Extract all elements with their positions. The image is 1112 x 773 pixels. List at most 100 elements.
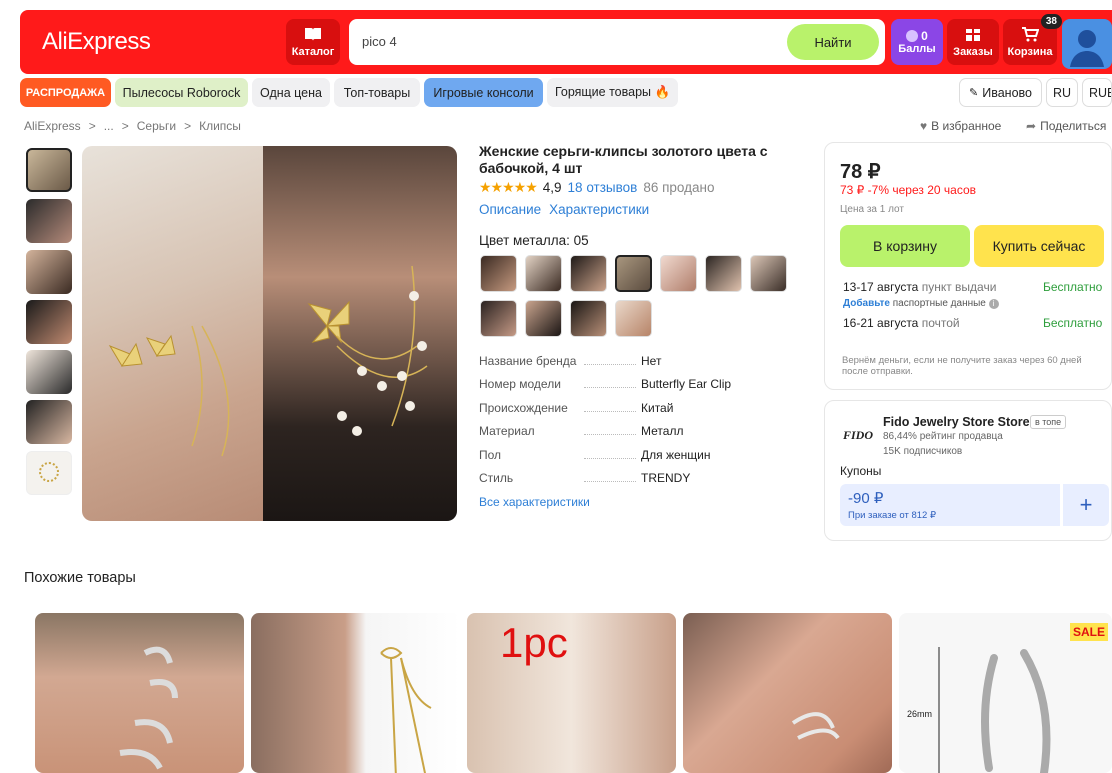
favorite-button[interactable]: ♥ В избранное: [920, 119, 1001, 133]
store-logo[interactable]: FIDO: [843, 428, 873, 443]
color-swatch[interactable]: [525, 255, 562, 292]
main-product-image[interactable]: [82, 146, 457, 521]
thumbnail-4[interactable]: [26, 300, 72, 344]
crumb-earrings[interactable]: Серьги: [137, 119, 176, 133]
spec-row: Происхождение Китай: [479, 401, 809, 424]
specs-table: Название бренда Нет Номер модели Butterfly…: [479, 354, 809, 494]
book-icon: [305, 28, 321, 41]
add-coupon-button[interactable]: +: [1063, 484, 1109, 526]
pin-icon: ✎: [969, 87, 979, 99]
chevron-right-icon: >: [184, 119, 192, 133]
orders-button[interactable]: Заказы: [947, 19, 999, 65]
crumb-ellipsis[interactable]: ...: [104, 119, 114, 133]
color-swatch[interactable]: [750, 255, 787, 292]
aliexpress-logo[interactable]: AliExpress: [42, 28, 151, 56]
search-box[interactable]: pico 4 Найти: [349, 19, 885, 65]
specs-link[interactable]: Характеристики: [549, 202, 649, 217]
thumbnail-3[interactable]: [26, 250, 72, 294]
chevron-right-icon: >: [88, 119, 96, 133]
delivery-row-1: 13-17 августа пункт выдачи: [843, 280, 996, 294]
color-swatch-selected[interactable]: [615, 255, 652, 292]
cart-icon: [1022, 27, 1039, 42]
buy-box: 78 ₽ 73 ₽ -7% через 20 часов Цена за 1 л…: [824, 142, 1112, 390]
delivery-type: пункт выдачи: [921, 280, 997, 294]
spec-value: Китай: [641, 400, 674, 415]
earring-icon: [39, 462, 59, 482]
passport-text: паспортные данные: [892, 298, 986, 309]
store-box: FIDO Fido Jewelry Store Store в топе 86,…: [824, 400, 1112, 541]
product-card-3[interactable]: 1pc: [467, 613, 676, 773]
product-title: Женские серьги-клипсы золотого цвета с б…: [479, 143, 768, 176]
catalog-button[interactable]: Каталог: [286, 19, 340, 65]
add-to-cart-button[interactable]: В корзину: [840, 225, 970, 267]
thumbnail-1[interactable]: [26, 148, 72, 192]
crumb-clips[interactable]: Клипсы: [199, 119, 241, 133]
share-icon: ➦: [1026, 119, 1037, 133]
ear-cuffs-graphic: [119, 646, 178, 770]
spec-dots: [584, 364, 636, 365]
share-label: Поделиться: [1040, 119, 1107, 133]
crumb-home[interactable]: AliExpress: [24, 119, 81, 133]
coupons-label: Купоны: [840, 464, 882, 478]
color-swatch[interactable]: [705, 255, 742, 292]
language-button[interactable]: RU: [1046, 78, 1078, 107]
product-card-1[interactable]: [35, 613, 244, 773]
product-card-2[interactable]: [251, 613, 460, 773]
cart-button[interactable]: Корзина 38: [1003, 14, 1062, 65]
box-icon: [966, 27, 980, 41]
catalog-label: Каталог: [291, 46, 335, 58]
chip-hot[interactable]: Горящие товары 🔥: [547, 78, 678, 107]
favorite-label: В избранное: [931, 119, 1002, 133]
description-link[interactable]: Описание: [479, 202, 541, 217]
spec-dots: [584, 457, 636, 459]
chip-one-price[interactable]: Одна цена: [252, 78, 330, 107]
spec-value: Нет: [641, 354, 662, 368]
user-avatar[interactable]: [1062, 19, 1112, 69]
color-swatch[interactable]: [480, 255, 517, 292]
thumbnail-5[interactable]: [26, 350, 72, 394]
points-button[interactable]: 0 Баллы: [891, 19, 943, 65]
location-button[interactable]: ✎ Иваново: [959, 78, 1042, 107]
delivery-type: почтой: [921, 316, 960, 330]
search-input[interactable]: pico 4: [362, 34, 397, 49]
metal-color-label: Цвет металла: 05: [479, 233, 589, 248]
header-bar: AliExpress Каталог pico 4 Найти 0 Баллы …: [20, 10, 1112, 74]
chip-consoles[interactable]: Игровые консоли: [424, 78, 543, 107]
color-swatch[interactable]: [570, 300, 607, 337]
card-overlay-text: 1pc: [500, 619, 568, 666]
search-button[interactable]: Найти: [787, 24, 879, 60]
currency-button[interactable]: RUB: [1082, 78, 1112, 107]
product-card-5[interactable]: SALE 26mm: [899, 613, 1112, 773]
chip-roborock[interactable]: Пылесосы Roborock: [115, 78, 248, 107]
spec-value: Для женщин: [641, 447, 711, 462]
chip-sale[interactable]: РАСПРОДАЖА: [20, 78, 111, 107]
product-card-4[interactable]: [683, 613, 892, 773]
coupon-card[interactable]: -90 ₽ При заказе от 812 ₽: [840, 484, 1060, 526]
passport-row[interactable]: Добавьте паспортные данные i: [843, 298, 999, 309]
similar-title: Похожие товары: [24, 570, 136, 586]
color-swatch[interactable]: [615, 300, 652, 337]
color-swatch[interactable]: [660, 255, 697, 292]
location-label: Иваново: [982, 85, 1032, 100]
rating-value: 4,9: [542, 180, 562, 195]
color-swatch[interactable]: [525, 300, 562, 337]
spec-key: Номер модели: [479, 377, 561, 392]
color-swatch[interactable]: [480, 300, 517, 337]
thumbnail-7[interactable]: [26, 451, 72, 495]
thumbnail-6[interactable]: [26, 400, 72, 444]
all-specs-link[interactable]: Все характеристики: [479, 495, 590, 509]
buy-now-button[interactable]: Купить сейчас: [974, 225, 1104, 267]
store-name[interactable]: Fido Jewelry Store Store: [883, 415, 1030, 429]
spec-row: Материал Металл: [479, 424, 809, 447]
thumbnail-2[interactable]: [26, 199, 72, 243]
spec-row: Стиль TRENDY: [479, 471, 809, 494]
info-icon: i: [988, 299, 999, 309]
share-button[interactable]: ➦ Поделиться: [1026, 119, 1106, 133]
reviews-link[interactable]: 18 отзывов: [568, 180, 638, 195]
orders-label: Заказы: [953, 46, 993, 58]
passport-add-link[interactable]: Добавьте: [843, 298, 890, 309]
color-swatch[interactable]: [570, 255, 607, 292]
spec-dots: [584, 434, 636, 436]
chip-top[interactable]: Топ-товары: [334, 78, 420, 107]
delivery-price: Бесплатно: [1043, 280, 1103, 294]
